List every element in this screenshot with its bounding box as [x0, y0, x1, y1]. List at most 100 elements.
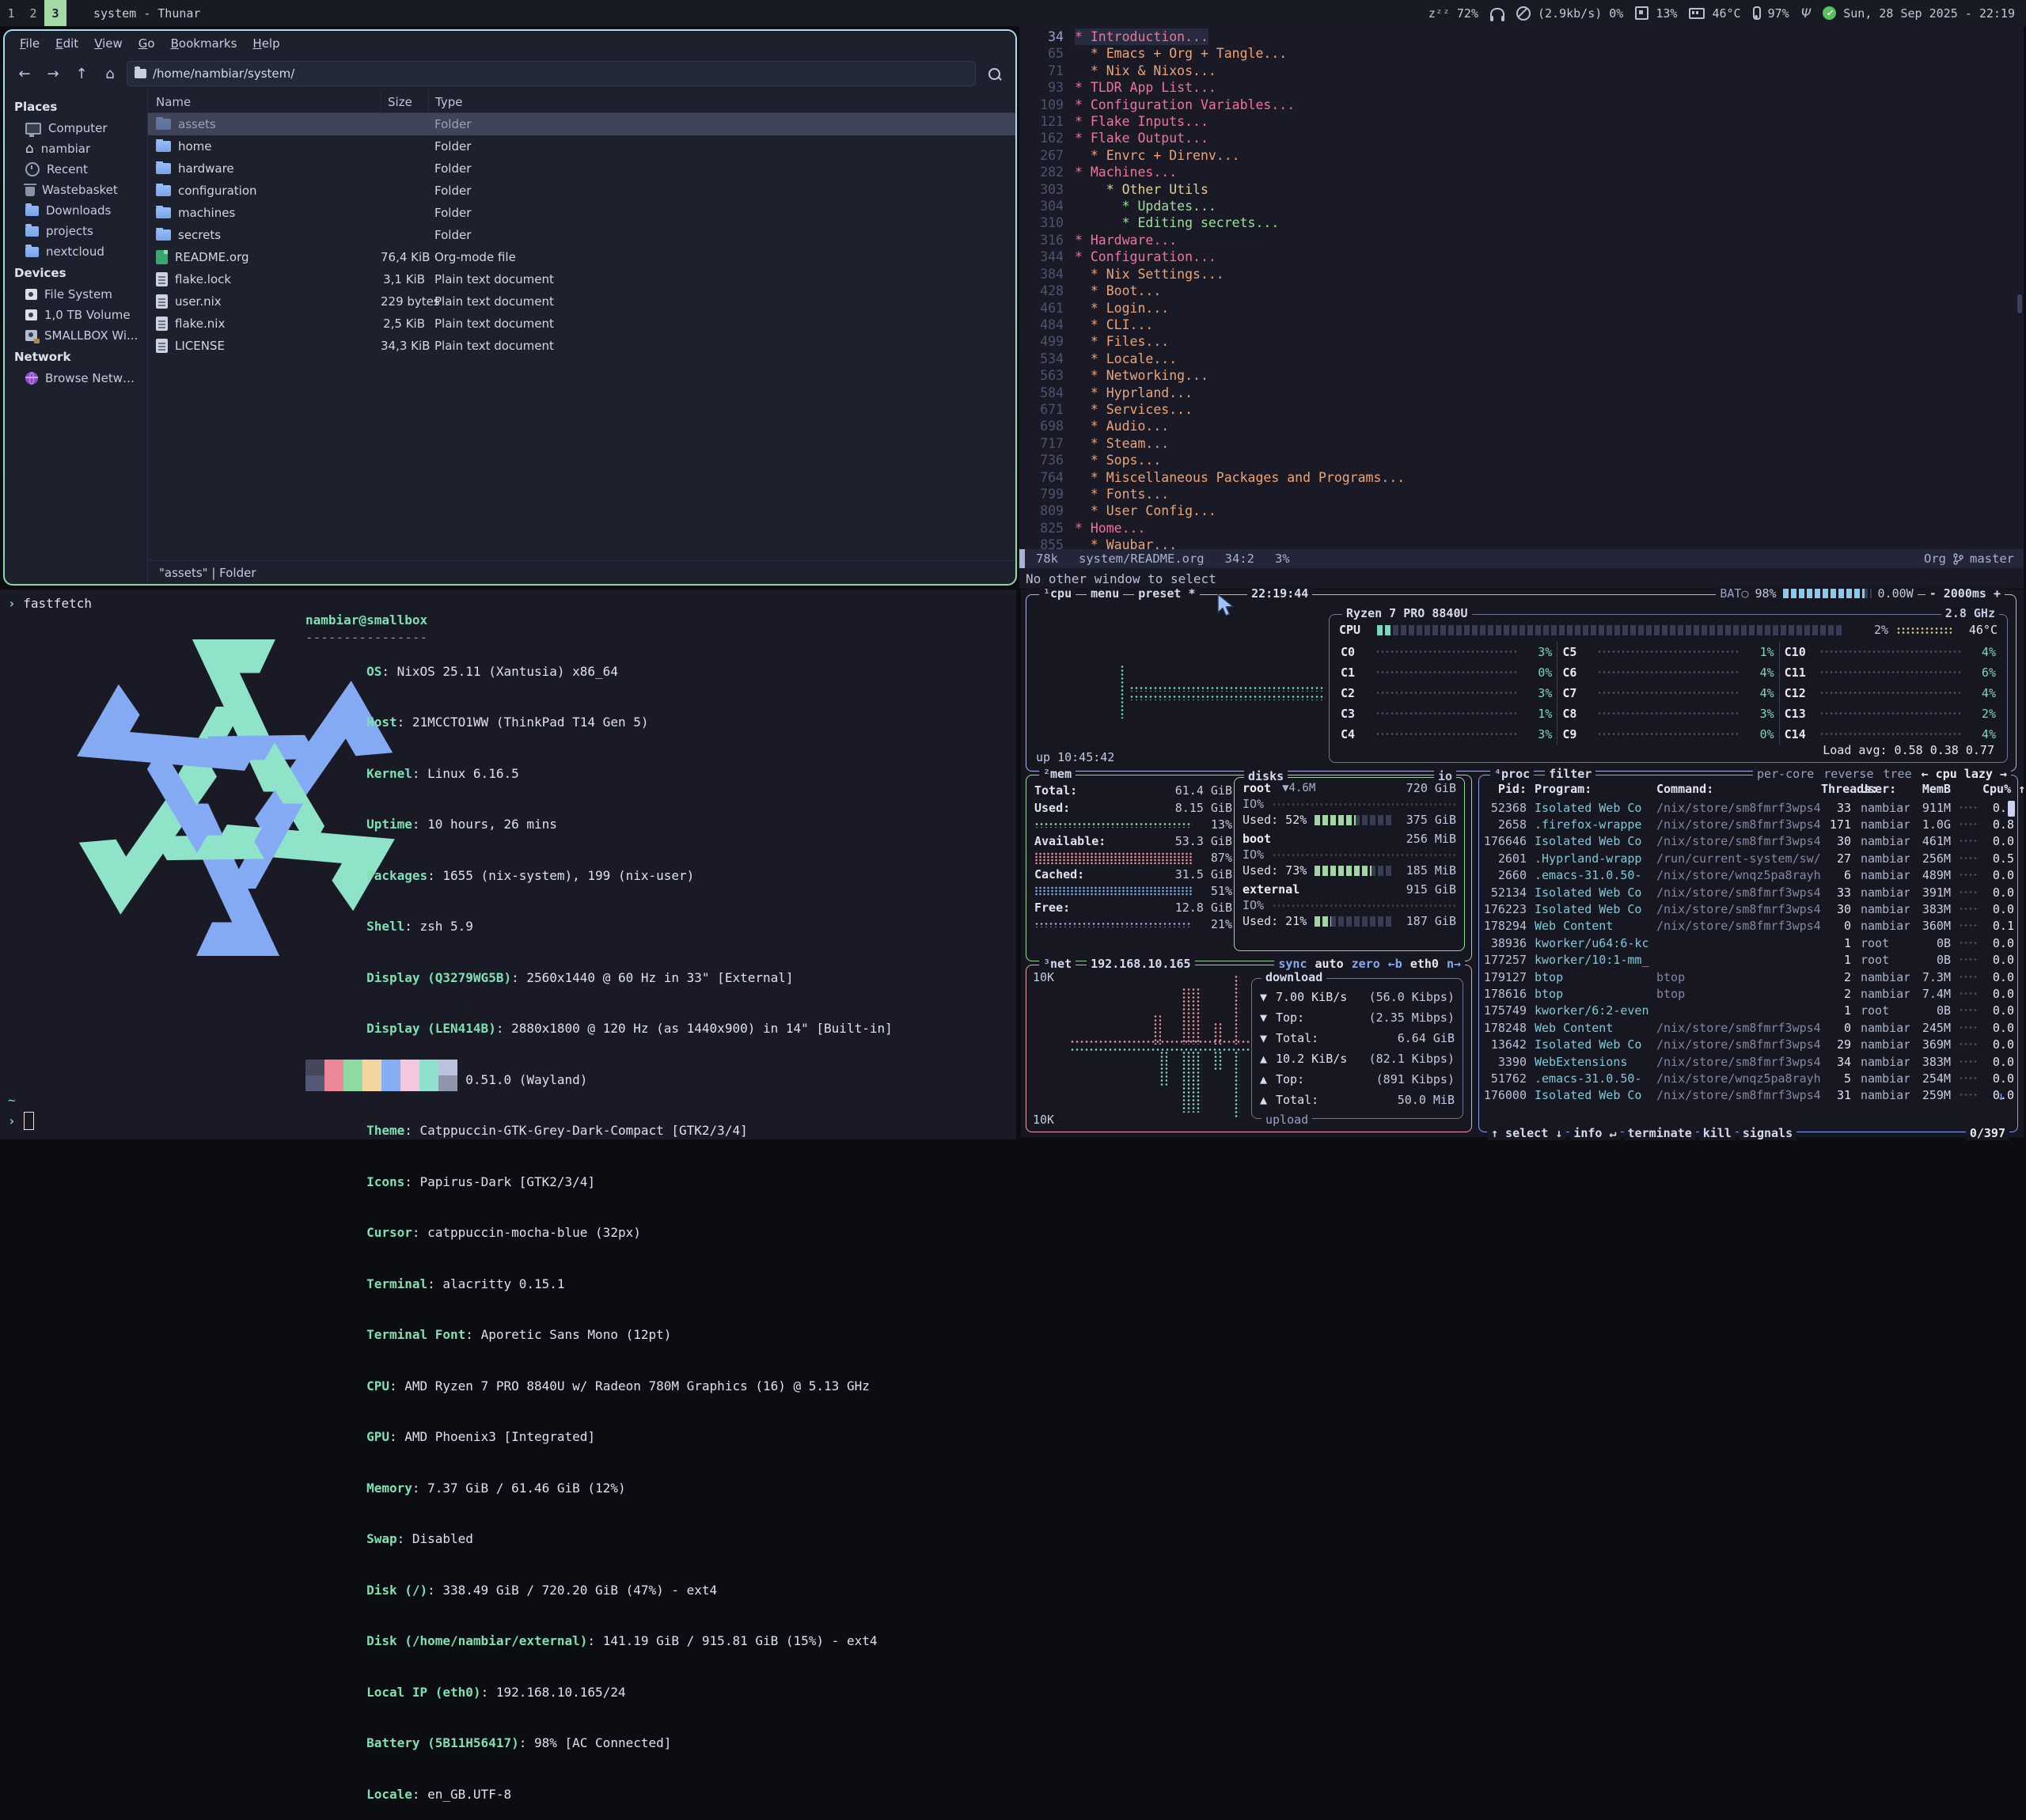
- workspace-button[interactable]: 1: [0, 0, 22, 26]
- sidebar-item[interactable]: Computer: [5, 118, 147, 138]
- org-heading-line[interactable]: 282 * Machines...: [1019, 164, 2017, 180]
- status-module[interactable]: 72%: [1457, 6, 1478, 21]
- org-heading-line[interactable]: 304 * Updates...: [1019, 198, 2017, 214]
- process-row[interactable]: 2601 .Hyprland-wrapp /run/current-system…: [1479, 850, 2017, 866]
- process-row[interactable]: 38936 kworker/u64:6-kc 1 root 0B 0.0: [1479, 935, 2017, 951]
- net-control[interactable]: zero: [1352, 957, 1380, 971]
- menu-item[interactable]: Help: [245, 34, 286, 53]
- file-row[interactable]: README.org 76,4 KiB Org-mode file: [148, 246, 1015, 268]
- file-row[interactable]: flake.lock 3,1 KiB Plain text document: [148, 268, 1015, 290]
- status-module[interactable]: [1512, 6, 1531, 21]
- process-row[interactable]: 3390 WebExtensions /nix/store/sm8fmrf3wp…: [1479, 1053, 2017, 1070]
- org-heading-line[interactable]: 484 * CLI...: [1019, 317, 2017, 333]
- status-module[interactable]: [1485, 8, 1504, 19]
- header-pid[interactable]: Pid:: [1479, 782, 1527, 796]
- scrollbar-thumb[interactable]: [2017, 294, 2022, 313]
- org-heading-line[interactable]: 316 * Hardware...: [1019, 232, 2017, 248]
- file-row[interactable]: hardware Folder: [148, 157, 1015, 180]
- status-module[interactable]: (2.9kb/s): [1538, 6, 1602, 21]
- header-program[interactable]: Program:: [1527, 782, 1655, 796]
- proc-action[interactable]: terminate: [1624, 1126, 1696, 1140]
- org-heading-line[interactable]: 162 * Flake Output...: [1019, 130, 2017, 146]
- org-heading-line[interactable]: 799 * Fonts...: [1019, 486, 2017, 502]
- panel-tab[interactable]: filter: [1545, 767, 1595, 781]
- status-module[interactable]: [1684, 8, 1705, 19]
- scroll-down-indicator[interactable]: ↓: [1998, 1089, 2005, 1103]
- status-module[interactable]: 13%: [1656, 6, 1677, 21]
- process-row[interactable]: 52368 Isolated Web Co /nix/store/sm8fmrf…: [1479, 799, 2017, 816]
- process-row[interactable]: 13642 Isolated Web Co /nix/store/sm8fmrf…: [1479, 1036, 2017, 1052]
- org-heading-line[interactable]: 736 * Sops...: [1019, 452, 2017, 468]
- menu-item[interactable]: Edit: [48, 34, 85, 53]
- file-row[interactable]: LICENSE 34,3 KiB Plain text document: [148, 335, 1015, 357]
- header-threads[interactable]: Threads:: [1821, 782, 1851, 796]
- search-button[interactable]: [981, 62, 1007, 85]
- panel-tab[interactable]: preset *: [1134, 586, 1199, 601]
- proc-scrollbar-thumb[interactable]: [2008, 801, 2015, 817]
- panel-tab[interactable]: ³net: [1039, 957, 1076, 971]
- sidebar-item[interactable]: nextcloud: [5, 241, 147, 262]
- file-row[interactable]: flake.nix 2,5 KiB Plain text document: [148, 313, 1015, 335]
- process-row[interactable]: 178294 Web Content /nix/store/sm8fmrf3wp…: [1479, 918, 2017, 935]
- file-row[interactable]: assets Folder: [148, 113, 1015, 135]
- org-heading-line[interactable]: 461 * Login...: [1019, 300, 2017, 317]
- proc-action[interactable]: ↑ select ↓: [1487, 1126, 1566, 1140]
- status-module[interactable]: [1796, 8, 1812, 19]
- org-heading-line[interactable]: 717 * Steam...: [1019, 435, 2017, 452]
- sidebar-item[interactable]: 1,0 TB Volume: [5, 305, 147, 325]
- disks-io-toggle[interactable]: io: [1434, 769, 1456, 783]
- file-row[interactable]: machines Folder: [148, 202, 1015, 224]
- status-module[interactable]: [1630, 6, 1648, 20]
- header-command[interactable]: Command:: [1655, 782, 1821, 796]
- home-button[interactable]: ⌂: [98, 62, 122, 85]
- process-row[interactable]: 177257 kworker/10:1-mm_ 1 root 0B 0.0: [1479, 952, 2017, 969]
- org-heading-line[interactable]: 825 * Home...: [1019, 520, 2017, 537]
- process-row[interactable]: 178616 btop btop 2 nambiar 7.4M 0.0: [1479, 985, 2017, 1002]
- process-row[interactable]: 178248 Web Content /nix/store/sm8fmrf3wp…: [1479, 1019, 2017, 1036]
- net-control[interactable]: n→: [1447, 957, 1461, 971]
- column-header-size[interactable]: Size: [381, 91, 428, 112]
- org-heading-line[interactable]: 499 * Files...: [1019, 333, 2017, 350]
- process-row[interactable]: 2660 .emacs-31.0.50- /nix/store/wnqz5pa8…: [1479, 867, 2017, 884]
- back-button[interactable]: ←: [13, 62, 36, 85]
- org-heading-line[interactable]: 584 * Hyprland...: [1019, 385, 2017, 401]
- process-row[interactable]: 175749 kworker/6:2-even 1 root 0B 0.0: [1479, 1003, 2017, 1019]
- status-module[interactable]: [1818, 6, 1836, 20]
- org-heading-line[interactable]: 267 * Envrc + Direnv...: [1019, 147, 2017, 164]
- column-header-type[interactable]: Type: [428, 91, 1015, 112]
- status-module[interactable]: zᶻᶻ: [1428, 6, 1450, 21]
- path-input[interactable]: /home/nambiar/system/: [127, 61, 976, 86]
- sidebar-item[interactable]: File System: [5, 284, 147, 305]
- status-module[interactable]: 0%: [1609, 6, 1623, 21]
- column-header-name[interactable]: Name: [148, 91, 381, 112]
- process-row[interactable]: 2658 .firefox-wrappe /nix/store/sm8fmrf3…: [1479, 816, 2017, 832]
- org-heading-line[interactable]: 809 * User Config...: [1019, 502, 2017, 519]
- status-module[interactable]: 46°C: [1712, 6, 1740, 21]
- org-heading-line[interactable]: 428 * Boot...: [1019, 282, 2017, 299]
- process-row[interactable]: 179127 btop btop 2 nambiar 7.3M 0.0: [1479, 969, 2017, 985]
- header-cpu[interactable]: Cpu% ↑: [1982, 782, 2014, 796]
- org-heading-line[interactable]: 764 * Miscellaneous Packages and Program…: [1019, 469, 2017, 486]
- org-heading-line[interactable]: 698 * Audio...: [1019, 418, 2017, 434]
- org-heading-line[interactable]: 65 * Emacs + Org + Tangle...: [1019, 45, 2017, 62]
- menu-item[interactable]: Go: [131, 34, 162, 53]
- workspace-button[interactable]: 3: [44, 0, 66, 26]
- refresh-control[interactable]: - 2000ms +: [1925, 586, 2005, 601]
- panel-tab[interactable]: menu: [1087, 586, 1123, 601]
- net-control[interactable]: eth0: [1410, 957, 1439, 971]
- workspace-button[interactable]: 2: [22, 0, 44, 26]
- status-module[interactable]: [1748, 6, 1761, 20]
- sidebar-item[interactable]: Recent: [5, 159, 147, 180]
- process-row[interactable]: 176000 Isolated Web Co /nix/store/sm8fmr…: [1479, 1087, 2017, 1104]
- org-heading-line[interactable]: 344 * Configuration...: [1019, 248, 2017, 265]
- panel-tab[interactable]: ²mem: [1039, 767, 1076, 781]
- panel-tab[interactable]: ¹cpu: [1039, 586, 1076, 601]
- process-row[interactable]: 51762 .emacs-31.0.50- /nix/store/wnqz5pa…: [1479, 1070, 2017, 1086]
- file-row[interactable]: secrets Folder: [148, 224, 1015, 246]
- org-heading-line[interactable]: 671 * Services...: [1019, 401, 2017, 418]
- org-heading-line[interactable]: 109 * Configuration Variables...: [1019, 97, 2017, 113]
- process-row[interactable]: 176646 Isolated Web Co /nix/store/sm8fmr…: [1479, 833, 2017, 850]
- proc-option[interactable]: reverse: [1823, 767, 1873, 781]
- file-row[interactable]: configuration Folder: [148, 180, 1015, 202]
- proc-action[interactable]: signals: [1739, 1126, 1796, 1140]
